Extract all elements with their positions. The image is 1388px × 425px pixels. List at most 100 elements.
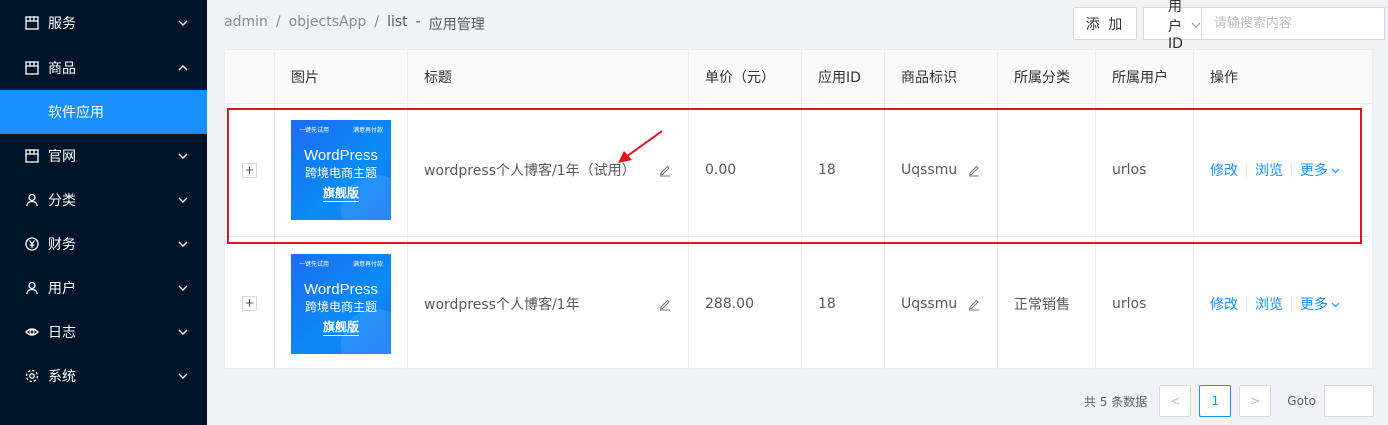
- chevron-down-icon: [177, 238, 189, 250]
- breadcrumb-objects-app[interactable]: objectsApp: [289, 14, 367, 34]
- thumb-text-right: 满意再付款: [352, 128, 383, 134]
- divider: [1291, 163, 1292, 177]
- edit-icon[interactable]: [658, 297, 672, 311]
- divider: [1291, 296, 1292, 311]
- app-table: 图片 标题 单价（元） 应用ID 商品标识 所属分类 所属用户 操作 + 一键先…: [224, 49, 1373, 370]
- goto-input[interactable]: [1323, 385, 1374, 417]
- app-id-cell: 18: [802, 237, 885, 370]
- row-title: wordpress个人博客/1年（试用）: [424, 163, 636, 179]
- more-link[interactable]: 更多: [1300, 294, 1328, 314]
- header-image: 图片: [275, 50, 408, 103]
- product-thumbnail: 一键先试用 满意再付款 WordPress 跨境电商主题 旗舰版: [291, 253, 391, 354]
- thumb-flag-text: 旗舰版: [322, 186, 359, 202]
- gear-icon: [24, 368, 40, 384]
- category-cell: 正常销售: [998, 237, 1096, 370]
- sidebar-item-label: 软件应用: [48, 105, 104, 121]
- category-cell: [998, 104, 1096, 236]
- chevron-down-icon: [177, 194, 189, 206]
- total-count: 共 5 条数据: [1084, 394, 1148, 409]
- chevron-down-icon: [177, 282, 189, 294]
- view-link[interactable]: 浏览: [1255, 160, 1283, 180]
- search-field-select[interactable]: 用户ID: [1143, 0, 1202, 52]
- sidebar-item-service[interactable]: 服务: [0, 0, 207, 46]
- price-cell: 288.00: [689, 237, 802, 370]
- row-price: 288.00: [705, 295, 754, 312]
- row-price: 0.00: [705, 162, 737, 178]
- title-cell: wordpress个人博客/1年（试用）: [408, 104, 689, 236]
- header-owner: 所属用户: [1096, 50, 1194, 103]
- image-cell: 一键先试用 满意再付款 WordPress 跨境电商主题 旗舰版: [275, 237, 408, 370]
- search-field-label: 用户ID: [1168, 0, 1183, 52]
- breadcrumb: admin / objectsApp / list - 应用管理: [224, 14, 485, 34]
- view-link[interactable]: 浏览: [1255, 294, 1283, 314]
- title-cell: wordpress个人博客/1年: [408, 237, 689, 370]
- thumb-brand: WordPress: [304, 280, 378, 298]
- sidebar-item-label: 服务: [48, 16, 76, 32]
- chevron-down-icon: [177, 326, 189, 338]
- chevron-down-icon: [1191, 16, 1201, 32]
- header-title: 标题: [408, 50, 689, 103]
- edit-icon[interactable]: [967, 163, 981, 177]
- chevron-down-icon: [1331, 296, 1340, 312]
- expand-row-button[interactable]: +: [242, 162, 257, 178]
- add-button[interactable]: 添 加: [1073, 7, 1137, 40]
- divider: [1246, 296, 1247, 311]
- shop-icon: [24, 60, 40, 76]
- row-actions: 修改 浏览 更多: [1210, 160, 1340, 180]
- table-row: + 一键先试用 满意再付款 WordPress 跨境电商主题 旗舰版 wordp…: [225, 104, 1372, 237]
- sidebar-item-user[interactable]: 用户: [0, 266, 207, 310]
- chevron-down-icon: [177, 370, 189, 382]
- header-expand: [225, 50, 275, 103]
- sidebar-item-website[interactable]: 官网: [0, 134, 207, 178]
- breadcrumb-admin[interactable]: admin: [224, 14, 268, 34]
- row-sku: Uqssmu: [901, 162, 958, 178]
- product-thumbnail: 一键先试用 满意再付款 WordPress 跨境电商主题 旗舰版: [291, 120, 391, 220]
- pagination: 共 5 条数据 < 1 > Goto: [1084, 385, 1374, 417]
- divider: [1246, 163, 1247, 177]
- edit-link[interactable]: 修改: [1210, 294, 1238, 314]
- row-sku: Uqssmu: [901, 295, 958, 312]
- row-owner: urlos: [1112, 295, 1147, 312]
- sidebar-item-goods[interactable]: 商品: [0, 46, 207, 90]
- image-cell: 一键先试用 满意再付款 WordPress 跨境电商主题 旗舰版: [275, 104, 408, 236]
- sidebar-item-category[interactable]: 分类: [0, 178, 207, 222]
- table-header: 图片 标题 单价（元） 应用ID 商品标识 所属分类 所属用户 操作: [225, 50, 1372, 104]
- edit-icon[interactable]: [967, 297, 981, 311]
- expand-row-button[interactable]: +: [242, 296, 257, 311]
- header-category: 所属分类: [998, 50, 1096, 103]
- chevron-down-icon: [177, 150, 189, 162]
- prev-page-button[interactable]: <: [1159, 385, 1192, 417]
- breadcrumb-page-title: 应用管理: [428, 17, 485, 33]
- row-app-id: 18: [818, 295, 836, 312]
- next-page-button[interactable]: >: [1239, 385, 1272, 417]
- header-price: 单价（元）: [689, 50, 802, 103]
- edit-icon[interactable]: [658, 163, 672, 177]
- actions-cell: 修改 浏览 更多: [1194, 104, 1372, 236]
- user-icon: [24, 192, 40, 208]
- thumb-brand: WordPress: [304, 147, 378, 164]
- expand-cell: +: [225, 237, 275, 370]
- user-icon: [24, 280, 40, 296]
- page-1-button[interactable]: 1: [1199, 385, 1232, 417]
- thumb-subtitle: 跨境电商主题: [304, 166, 377, 180]
- expand-cell: +: [225, 104, 275, 236]
- thumb-flag: 旗舰版: [291, 318, 391, 336]
- actions-cell: 修改 浏览 更多: [1194, 237, 1372, 370]
- chevron-up-icon: [177, 62, 189, 74]
- header-sku: 商品标识: [885, 50, 998, 103]
- sidebar-item-label: 财务: [48, 237, 76, 253]
- sidebar-item-system[interactable]: 系统: [0, 354, 207, 398]
- sku-cell: Uqssmu: [885, 104, 998, 236]
- edit-link[interactable]: 修改: [1210, 160, 1238, 180]
- more-link[interactable]: 更多: [1300, 160, 1328, 180]
- sidebar-item-finance[interactable]: 财务: [0, 222, 207, 266]
- owner-cell: urlos: [1096, 104, 1194, 236]
- chevron-down-icon: [1331, 162, 1340, 178]
- table-row: + 一键先试用 满意再付款 WordPress 跨境电商主题 旗舰版 wordp…: [225, 237, 1372, 370]
- search-group: 用户ID: [1143, 0, 1385, 52]
- sidebar-item-log[interactable]: 日志: [0, 310, 207, 354]
- shop-icon: [24, 148, 40, 164]
- yen-icon: [24, 236, 40, 252]
- sidebar-item-software-app[interactable]: 软件应用: [0, 90, 207, 134]
- search-input[interactable]: [1201, 7, 1385, 40]
